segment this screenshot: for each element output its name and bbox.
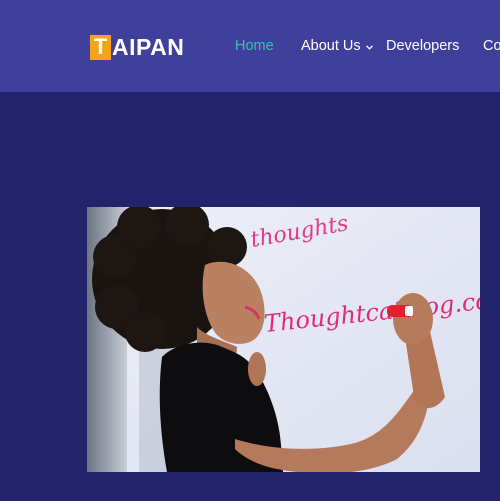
nav-developers-label: Developers bbox=[386, 38, 460, 54]
site-header: T AIPAN Home About Us Developers Co bbox=[0, 0, 500, 92]
nav-contact-label: Co bbox=[483, 38, 500, 54]
nav-home-label: Home bbox=[235, 38, 274, 54]
nav-developers[interactable]: Developers bbox=[386, 38, 459, 54]
nav-contact[interactable]: Co bbox=[483, 38, 500, 54]
chevron-down-icon bbox=[365, 38, 373, 54]
nav-home[interactable]: Home bbox=[235, 38, 274, 54]
nav-about-us-label: About Us bbox=[301, 38, 361, 54]
main-nav: Home About Us Developers Co bbox=[0, 38, 500, 56]
hero-photo: thoughts Thoughtcatalog.co bbox=[87, 207, 480, 472]
whiteboard-photo-illustration: thoughts Thoughtcatalog.co bbox=[87, 207, 480, 472]
nav-about-us[interactable]: About Us bbox=[301, 38, 373, 54]
